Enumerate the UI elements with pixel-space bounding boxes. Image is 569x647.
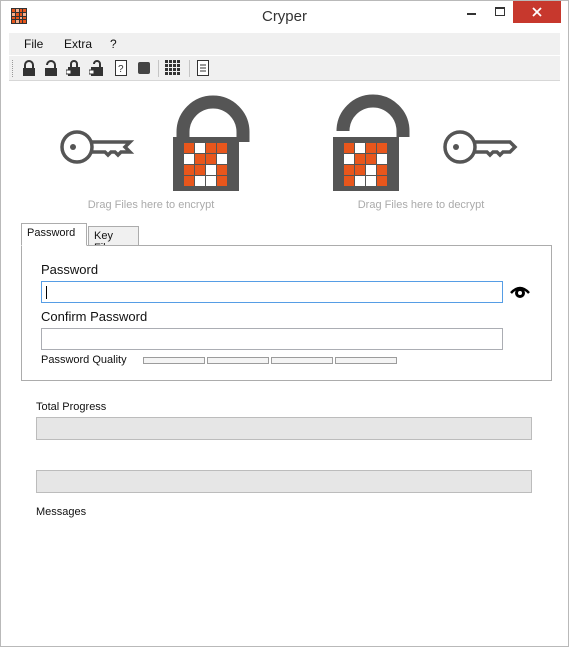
lock-grid-cell xyxy=(355,176,365,186)
lock-files-icon[interactable] xyxy=(65,60,82,76)
lock-grid-cell xyxy=(195,176,205,186)
svg-text:?: ? xyxy=(118,64,124,75)
password-quality-segment xyxy=(143,357,205,364)
messages-label: Messages xyxy=(36,506,87,518)
lock-grid-cell xyxy=(344,165,354,175)
lock-grid-cell xyxy=(355,165,365,175)
tab-password[interactable]: Password xyxy=(21,223,87,246)
password-label: Password xyxy=(41,262,99,277)
total-progress-bar xyxy=(36,417,532,440)
lock-grid-cell xyxy=(217,176,227,186)
lock-grid-cell xyxy=(366,165,376,175)
maximize-icon xyxy=(495,7,505,16)
stop-icon[interactable] xyxy=(136,60,152,76)
lock-grid-cell xyxy=(184,176,194,186)
close-icon xyxy=(532,7,542,17)
lock-grid-cell xyxy=(355,143,365,153)
menu-bar: File Extra ? xyxy=(9,33,560,55)
lock-grid-cell xyxy=(344,176,354,186)
password-field[interactable] xyxy=(41,281,503,303)
lock-grid-cell xyxy=(377,165,387,175)
password-quality-label: Password Quality xyxy=(41,354,127,366)
locked-padlock-icon xyxy=(173,95,250,191)
lock-grid-cell xyxy=(366,176,376,186)
encrypt-hint: Drag Files here to encrypt xyxy=(87,199,215,211)
decrypt-hint: Drag Files here to decrypt xyxy=(357,199,485,211)
lock-grid-cell xyxy=(344,154,354,164)
tab-key-file[interactable]: Key File xyxy=(88,226,139,254)
toolbar: ? xyxy=(9,56,560,81)
confirm-password-label: Confirm Password xyxy=(41,309,148,324)
lock-icon[interactable] xyxy=(21,60,37,76)
unlock-files-icon[interactable] xyxy=(88,60,105,76)
lock-grid-cell xyxy=(184,154,194,164)
encrypt-illustration xyxy=(60,95,250,191)
lock-grid-cell xyxy=(206,143,216,153)
text-caret xyxy=(46,286,47,299)
lock-grid-cell xyxy=(366,143,376,153)
lock-grid-cell xyxy=(344,143,354,153)
lock-grid-cell xyxy=(206,165,216,175)
messages-list[interactable] xyxy=(36,523,532,633)
lock-grid-cell xyxy=(195,154,205,164)
app-window: Cryper File Extra ? ? Drag Files here to… xyxy=(0,0,569,647)
grid-icon[interactable] xyxy=(165,60,181,76)
lock-grid-cell xyxy=(217,165,227,175)
decrypt-illustration xyxy=(333,94,518,191)
lock-grid-cell xyxy=(377,154,387,164)
toolbar-separator xyxy=(158,60,159,77)
lock-grid-cell xyxy=(195,143,205,153)
show-password-eye-icon[interactable] xyxy=(510,283,530,301)
menu-help[interactable]: ? xyxy=(110,37,117,51)
encrypt-dropzone[interactable]: Drag Files here to encrypt xyxy=(31,87,271,215)
password-quality-segment xyxy=(207,357,269,364)
help-icon[interactable]: ? xyxy=(113,60,129,76)
toolbar-grip[interactable] xyxy=(12,60,15,77)
lock-grid-cell xyxy=(377,143,387,153)
lock-grid-cell xyxy=(184,143,194,153)
title-bar: Cryper xyxy=(1,1,568,32)
file-progress-bar xyxy=(36,470,532,493)
decrypt-dropzone[interactable]: Drag Files here to decrypt xyxy=(301,87,541,215)
unlocked-padlock-icon xyxy=(333,94,410,191)
lock-grid-cell xyxy=(217,154,227,164)
document-icon[interactable] xyxy=(195,60,211,76)
close-button[interactable] xyxy=(513,1,561,23)
lock-grid-cell xyxy=(377,176,387,186)
total-progress-label: Total Progress xyxy=(36,401,107,413)
password-quality-segment xyxy=(271,357,333,364)
password-quality-segment xyxy=(335,357,397,364)
lock-grid-cell xyxy=(355,154,365,164)
lock-grid-cell xyxy=(217,143,227,153)
menu-file[interactable]: File xyxy=(24,37,43,51)
lock-grid-cell xyxy=(206,176,216,186)
menu-extra[interactable]: Extra xyxy=(64,37,92,51)
lock-grid-cell xyxy=(195,165,205,175)
toolbar-separator xyxy=(189,60,190,77)
lock-grid-cell xyxy=(184,165,194,175)
unlock-icon[interactable] xyxy=(43,60,59,76)
confirm-password-field[interactable] xyxy=(41,328,503,350)
key-icon xyxy=(60,130,135,164)
minimize-icon xyxy=(467,13,476,15)
lock-grid-cell xyxy=(366,154,376,164)
maximize-button[interactable] xyxy=(484,1,516,23)
key-icon xyxy=(443,130,518,164)
lock-grid-cell xyxy=(206,154,216,164)
password-tab-panel: Password Confirm Password Password Quali… xyxy=(21,245,552,381)
